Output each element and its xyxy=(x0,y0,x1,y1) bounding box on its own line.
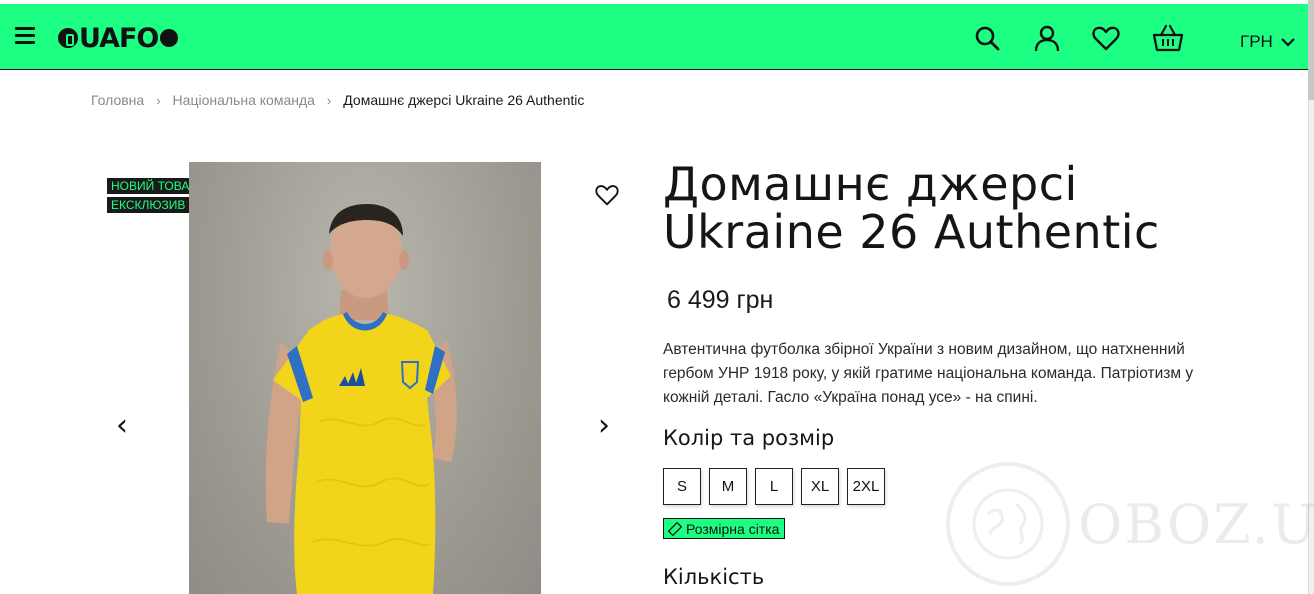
breadcrumb-national-team[interactable]: Національна команда xyxy=(173,92,315,108)
size-option-m[interactable]: M xyxy=(709,468,747,505)
heart-icon[interactable] xyxy=(1092,24,1120,52)
size-option-l[interactable]: L xyxy=(755,468,793,505)
scrollbar-thumb[interactable] xyxy=(1308,0,1314,100)
globe-icon xyxy=(946,462,1070,586)
chevron-down-icon xyxy=(1281,37,1295,47)
product-image xyxy=(189,162,541,594)
logo-badge-icon xyxy=(160,29,179,47)
search-icon[interactable] xyxy=(973,24,1001,52)
chevron-right-icon: › xyxy=(326,92,332,108)
color-size-heading: Колір та розмір xyxy=(663,426,835,450)
menu-icon[interactable] xyxy=(15,27,35,45)
user-icon[interactable] xyxy=(1033,24,1061,52)
size-guide-button[interactable]: Розмірна сітка xyxy=(663,518,786,539)
currency-selector[interactable]: ГРН xyxy=(1240,32,1295,52)
logo[interactable]: UAFO xyxy=(58,22,179,54)
prev-image-button[interactable]: ‹ xyxy=(116,408,128,443)
product-price: 6 499 грн xyxy=(667,286,774,314)
chevron-right-icon: › xyxy=(156,92,161,108)
breadcrumb-current: Домашнє джерсі Ukraine 26 Authentic xyxy=(343,92,585,108)
size-selector: S M L XL 2XL xyxy=(663,468,893,505)
size-option-s[interactable]: S xyxy=(663,468,701,505)
next-image-button[interactable]: › xyxy=(598,408,610,443)
watermark-text: OBOZ.UA xyxy=(1078,492,1314,556)
size-option-xl[interactable]: XL xyxy=(801,468,839,505)
basket-icon[interactable] xyxy=(1152,24,1184,52)
product-title: Домашнє джерсі Ukraine 26 Authentic xyxy=(663,160,1263,256)
badge-new: НОВИЙ ТОВАР xyxy=(107,178,202,194)
breadcrumb: Головна › Національна команда › Домашнє … xyxy=(91,92,584,108)
size-guide-label: Розмірна сітка xyxy=(686,520,780,537)
size-option-2xl[interactable]: 2XL xyxy=(847,468,885,505)
currency-label: ГРН xyxy=(1240,32,1273,51)
product-description: Автентична футболка збірної України з но… xyxy=(663,341,1194,406)
product-title-line-2: Ukraine 26 Authentic xyxy=(663,205,1160,259)
logo-emblem-icon xyxy=(58,28,78,48)
player-in-jersey-image xyxy=(265,204,457,594)
watermark: OBOZ.UA xyxy=(946,462,1314,586)
add-to-wishlist-heart-icon[interactable] xyxy=(594,182,620,208)
product-title-line-1: Домашнє джерсі xyxy=(663,157,1078,211)
badge-exclusive: ЕКСКЛЮЗИВ xyxy=(107,197,190,213)
product-badges: НОВИЙ ТОВАР ЕКСКЛЮЗИВ xyxy=(107,178,202,216)
breadcrumb-home[interactable]: Головна xyxy=(91,92,144,108)
ruler-icon xyxy=(668,521,682,536)
site-header: UAFO ГРН xyxy=(0,4,1308,70)
logo-text: UAFO xyxy=(79,22,159,54)
quantity-heading: Кількість xyxy=(663,565,765,589)
